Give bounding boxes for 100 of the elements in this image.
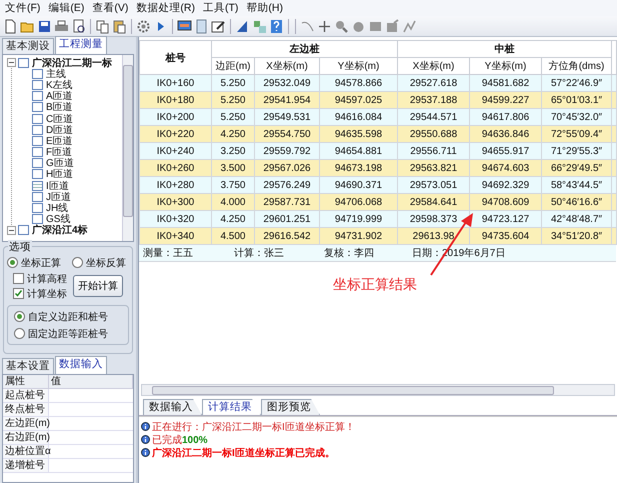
menu-item[interactable]: 编辑(E) [45, 1, 88, 15]
table-cell: 94581.682 [470, 74, 542, 92]
table-cell: 42°48′48.7″ [542, 210, 612, 228]
table-cell: 3.750 [211, 176, 254, 194]
table-cell: IK0+320 [139, 210, 212, 228]
checkbox-label: 计算高程 [27, 272, 67, 286]
checkbox[interactable] [32, 169, 43, 180]
image-icon[interactable] [385, 18, 400, 34]
result-tab[interactable]: 计算结果 [202, 399, 261, 415]
column-group-header: 左边桩 [211, 40, 398, 58]
radio-button[interactable] [72, 257, 83, 268]
menu-item[interactable]: 数据处理(R) [133, 1, 198, 15]
radio-button[interactable] [14, 328, 25, 339]
panel-tab[interactable]: 基本设置 [2, 358, 54, 374]
edit-icon[interactable] [211, 18, 226, 34]
checkbox[interactable] [18, 225, 29, 236]
checkbox[interactable] [32, 114, 43, 124]
table-cell: 4.500 [211, 228, 254, 244]
footer-field: 计算：张三 [234, 246, 324, 260]
checkbox[interactable] [32, 203, 43, 214]
menu-item[interactable]: 帮助(H) [243, 1, 286, 15]
expand-toggle-icon[interactable] [7, 226, 16, 235]
checkbox[interactable] [32, 147, 43, 158]
checkbox[interactable] [32, 68, 43, 79]
scrollbar[interactable] [140, 384, 615, 396]
triangle-icon[interactable] [235, 18, 250, 34]
blocks-icon[interactable] [252, 18, 267, 34]
column-header: 桩号 [139, 40, 212, 74]
table-cell: 70°45′32.0″ [542, 108, 612, 126]
settings-icon[interactable] [136, 18, 151, 34]
table-cell: 29537.188 [398, 92, 470, 108]
radio-label: 坐标反算 [86, 256, 126, 270]
table-cell: 94723.127 [470, 210, 542, 228]
table-cell: 94597.025 [319, 92, 398, 108]
table-cell: 5.250 [211, 92, 254, 108]
radio-label: 固定边距等距桩号 [28, 328, 108, 340]
checkbox[interactable] [32, 192, 43, 202]
column-header: 属性 [3, 375, 49, 389]
result-tab[interactable]: 图形预览 [260, 399, 320, 415]
table-cell: 29559.792 [254, 142, 320, 160]
table-cell: 29573.051 [398, 176, 470, 194]
monitor-icon[interactable] [177, 18, 192, 34]
column-header: Y坐标(m) [470, 58, 542, 74]
checkbox[interactable] [32, 180, 43, 191]
panel-tab[interactable]: 基本测设 [2, 38, 54, 54]
printer-icon[interactable] [54, 18, 69, 34]
zoom-icon[interactable] [334, 18, 349, 34]
table-cell: 94673.198 [319, 160, 398, 176]
scrollbar[interactable] [122, 55, 133, 241]
radio-button[interactable] [14, 311, 25, 322]
checkbox[interactable] [32, 80, 43, 90]
table-cell: 57°22′46.9″ [542, 74, 612, 92]
table-cell: 5.250 [211, 74, 254, 92]
menu-item[interactable]: 工具(T) [200, 1, 242, 15]
expand-toggle-icon[interactable] [7, 58, 16, 68]
table-cell: 50°46′16.6″ [542, 194, 612, 210]
table-cell: 94706.068 [319, 194, 398, 210]
save-icon[interactable] [37, 18, 52, 34]
copy-icon[interactable] [95, 18, 110, 34]
checkbox[interactable] [32, 158, 43, 168]
crosshair-icon[interactable] [317, 18, 332, 34]
checkbox[interactable] [32, 124, 43, 135]
new-file-icon[interactable] [3, 18, 18, 34]
log-message: 广深沿江二期一标I匝道坐标正算已完成。 [152, 446, 335, 460]
footer-field: 复核：李四 [324, 246, 412, 260]
table-cell: IK0+200 [139, 108, 212, 126]
help-icon[interactable] [269, 18, 284, 34]
start-calculation-button[interactable]: 开始计算 [73, 275, 123, 297]
table-cell: 29549.531 [254, 108, 320, 126]
checkbox[interactable] [18, 58, 29, 68]
table-cell: 29576.249 [254, 176, 320, 194]
table-cell: 4.000 [211, 194, 254, 210]
table-cell: 3.500 [211, 160, 254, 176]
column-header: X坐标(m) [398, 58, 470, 74]
panel-tab[interactable]: 工程测量 [55, 36, 107, 54]
checkbox[interactable] [32, 136, 43, 146]
table-cell: 29616.542 [254, 228, 320, 244]
table-cell: 4.250 [211, 126, 254, 142]
table-cell: 94654.881 [319, 142, 398, 160]
info-icon [140, 422, 150, 431]
checkbox[interactable] [32, 214, 43, 224]
panel-tab[interactable]: 数据输入 [55, 356, 107, 374]
info-icon [140, 435, 150, 444]
table-cell: IK0+280 [139, 176, 212, 194]
checkbox[interactable] [13, 273, 24, 284]
menu-item[interactable]: 查看(V) [89, 1, 132, 15]
print-preview-icon[interactable] [71, 18, 86, 34]
radio-button[interactable] [7, 257, 18, 268]
polyline-icon[interactable] [402, 18, 417, 34]
checkbox[interactable] [13, 288, 24, 299]
table-cell: IK0+160 [139, 74, 212, 92]
checkbox[interactable] [32, 102, 43, 112]
menu-item[interactable]: 文件(F) [2, 1, 44, 15]
paste-icon[interactable] [112, 18, 127, 34]
table-cell: 29527.618 [398, 74, 470, 92]
checkbox[interactable] [32, 91, 43, 102]
checkbox-label: 计算坐标 [27, 288, 67, 300]
property-name: 左边距(m) [3, 417, 49, 431]
table-cell: 29563.821 [398, 160, 470, 176]
result-tab[interactable]: 数据输入 [142, 399, 202, 415]
